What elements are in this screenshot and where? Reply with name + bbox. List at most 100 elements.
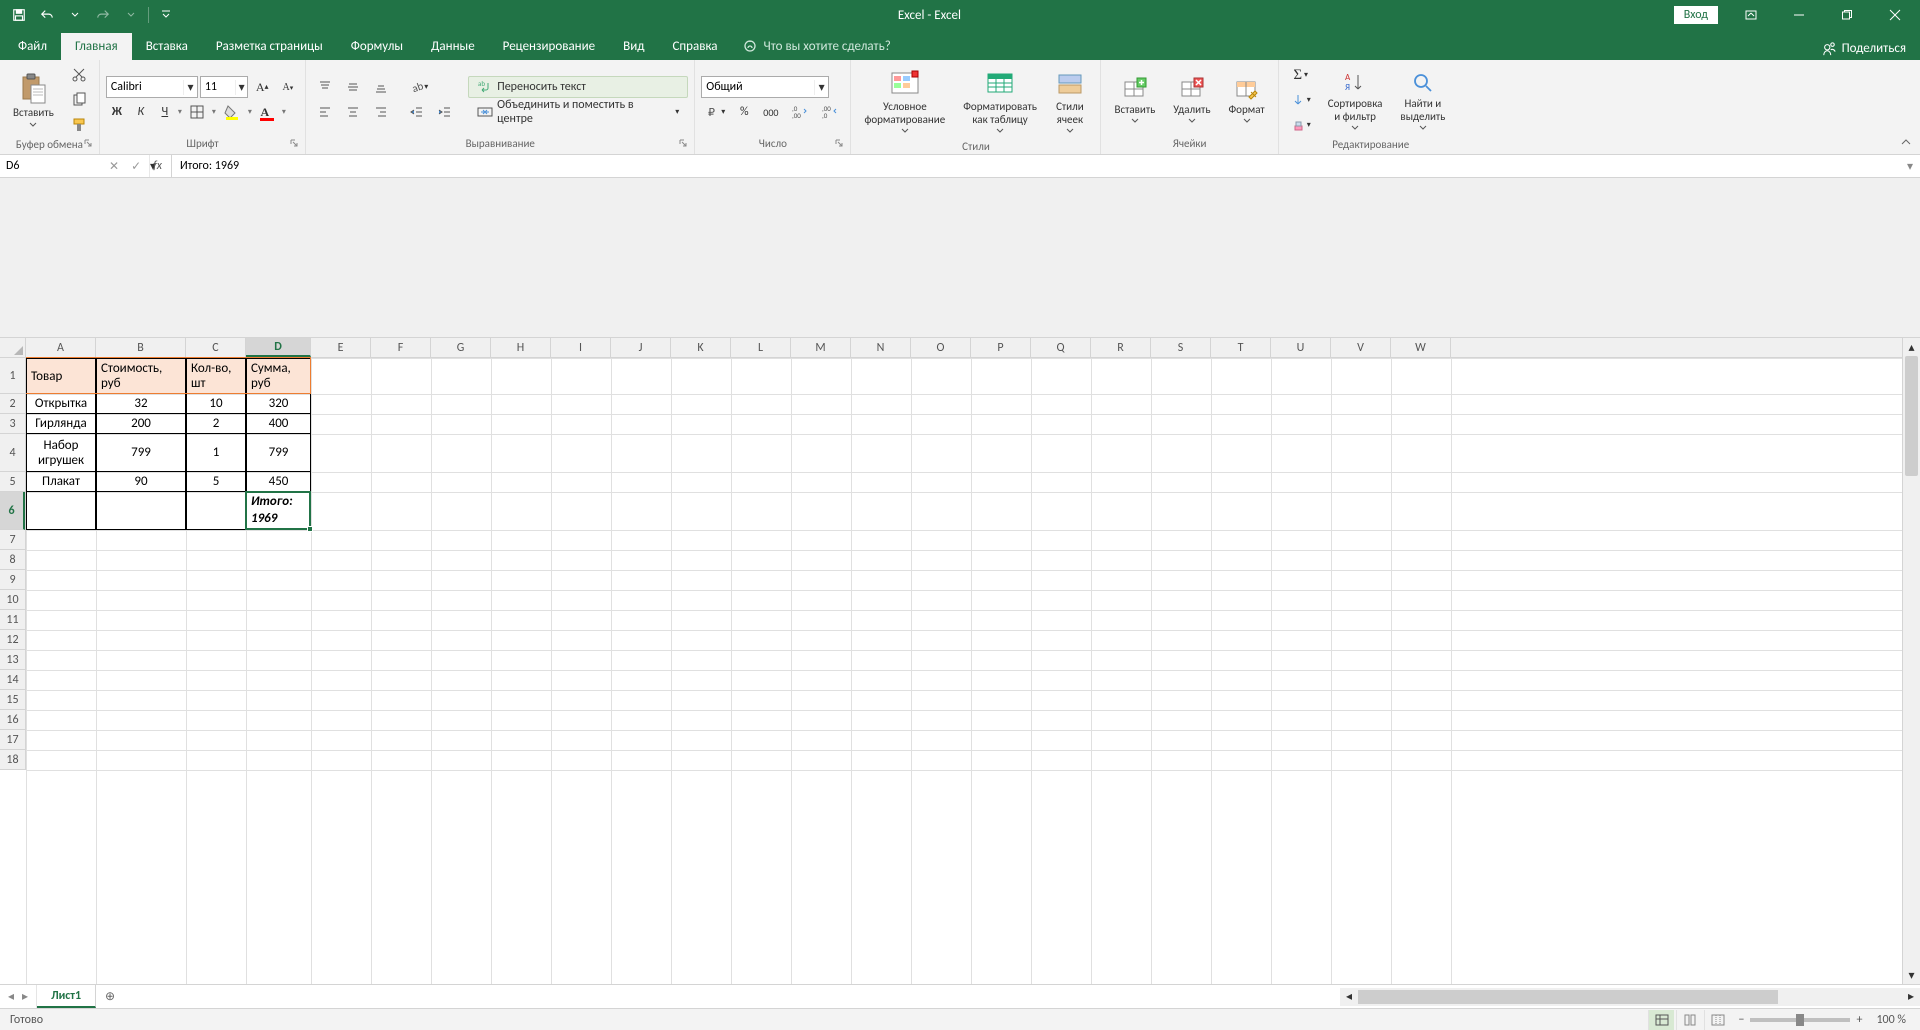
row-header-6[interactable]: 6 (0, 492, 25, 530)
cell-A1[interactable]: Товар (26, 358, 96, 394)
sheet-nav-prev-icon[interactable]: ◂ (6, 989, 16, 1004)
tab-help[interactable]: Справка (658, 33, 731, 60)
cells-area[interactable]: ТоварСтоимость, рубКол-во, штСумма, рубО… (26, 358, 1902, 984)
fill-color-icon[interactable] (218, 101, 246, 123)
tab-home[interactable]: Главная (61, 33, 132, 60)
cell-B2[interactable]: 32 (96, 394, 186, 414)
collapse-ribbon-icon[interactable] (1900, 136, 1912, 148)
accounting-format-icon[interactable]: ₽▾ (701, 101, 731, 123)
row-header-11[interactable]: 11 (0, 610, 25, 630)
format-cells-button[interactable]: Формат (1222, 71, 1272, 129)
column-header-Q[interactable]: Q (1031, 338, 1091, 357)
column-header-F[interactable]: F (371, 338, 431, 357)
chevron-down-icon[interactable]: ▾ (235, 80, 246, 95)
format-as-table-button[interactable]: Форматировать как таблицу (956, 64, 1044, 138)
column-header-E[interactable]: E (311, 338, 371, 357)
share-button[interactable]: Поделиться (1808, 41, 1920, 60)
paste-button[interactable]: Вставить (6, 68, 61, 132)
sheet-nav-next-icon[interactable]: ▸ (20, 989, 30, 1004)
page-break-view-icon[interactable] (1704, 1010, 1730, 1030)
tab-page-layout[interactable]: Разметка страницы (202, 33, 337, 60)
cell-D3[interactable]: 400 (246, 414, 311, 434)
cell-B5[interactable]: 90 (96, 472, 186, 492)
row-header-3[interactable]: 3 (0, 414, 25, 434)
tab-file[interactable]: Файл (4, 33, 61, 60)
clear-icon[interactable]: ▾ (1285, 114, 1317, 136)
column-header-S[interactable]: S (1151, 338, 1211, 357)
cell-D6[interactable]: Итого: 1969 (246, 492, 311, 530)
align-middle-icon[interactable] (340, 76, 366, 98)
insert-function-icon[interactable]: fx (150, 159, 165, 173)
font-size-combo[interactable]: ▾ (200, 76, 248, 98)
scroll-down-icon[interactable]: ▾ (1903, 966, 1920, 984)
row-header-18[interactable]: 18 (0, 750, 25, 770)
expand-formula-bar-icon[interactable]: ▾ (1900, 155, 1920, 177)
column-header-T[interactable]: T (1211, 338, 1271, 357)
vertical-scrollbar[interactable]: ▴ ▾ (1902, 338, 1920, 984)
tab-insert[interactable]: Вставка (132, 33, 202, 60)
column-header-L[interactable]: L (731, 338, 791, 357)
column-header-J[interactable]: J (611, 338, 671, 357)
align-right-icon[interactable] (368, 101, 394, 123)
close-icon[interactable] (1872, 0, 1918, 30)
decrease-font-icon[interactable]: A▾ (277, 76, 300, 98)
cell-C2[interactable]: 10 (186, 394, 246, 414)
row-header-13[interactable]: 13 (0, 650, 25, 670)
cell-C5[interactable]: 5 (186, 472, 246, 492)
column-header-N[interactable]: N (851, 338, 911, 357)
align-bottom-icon[interactable] (368, 76, 394, 98)
cell-A5[interactable]: Плакат (26, 472, 96, 492)
chevron-down-icon[interactable]: ▾ (248, 107, 252, 117)
row-header-14[interactable]: 14 (0, 670, 25, 690)
comma-format-icon[interactable]: 000 (757, 101, 784, 123)
zoom-in-icon[interactable]: + (1856, 1013, 1862, 1027)
new-sheet-icon[interactable]: ⊕ (96, 985, 124, 1008)
column-header-B[interactable]: B (96, 338, 186, 357)
italic-button[interactable]: К (130, 101, 152, 123)
undo-icon[interactable] (34, 2, 60, 28)
cell-A6[interactable] (26, 492, 96, 530)
row-header-1[interactable]: 1 (0, 358, 25, 394)
cut-icon[interactable] (65, 64, 93, 86)
borders-icon[interactable] (184, 101, 210, 123)
font-name-combo[interactable]: ▾ (106, 76, 198, 98)
column-header-C[interactable]: C (186, 338, 246, 357)
cell-D2[interactable]: 320 (246, 394, 311, 414)
cell-C4[interactable]: 1 (186, 434, 246, 472)
column-header-O[interactable]: O (911, 338, 971, 357)
row-header-8[interactable]: 8 (0, 550, 25, 570)
row-header-15[interactable]: 15 (0, 690, 25, 710)
increase-font-icon[interactable]: A▴ (250, 76, 275, 98)
increase-indent-icon[interactable] (432, 101, 458, 123)
zoom-level[interactable]: 100 % (1870, 1013, 1912, 1027)
decrease-decimal-icon[interactable]: ,00,0 (816, 101, 844, 123)
tab-view[interactable]: Вид (609, 33, 658, 60)
cancel-formula-icon[interactable]: ✕ (106, 159, 122, 174)
vertical-scroll-thumb[interactable] (1905, 356, 1918, 476)
decrease-indent-icon[interactable] (404, 101, 430, 123)
row-header-9[interactable]: 9 (0, 570, 25, 590)
orientation-icon[interactable]: ab▾ (404, 76, 434, 98)
maximize-icon[interactable] (1824, 0, 1870, 30)
font-name-input[interactable] (107, 80, 183, 94)
enter-formula-icon[interactable]: ✓ (128, 159, 144, 174)
column-header-U[interactable]: U (1271, 338, 1331, 357)
find-select-button[interactable]: Найти и выделить (1393, 65, 1452, 135)
align-top-icon[interactable] (312, 76, 338, 98)
row-header-4[interactable]: 4 (0, 434, 25, 472)
select-all-corner[interactable] (0, 338, 26, 358)
cell-D1[interactable]: Сумма, руб (246, 358, 311, 394)
row-header-5[interactable]: 5 (0, 472, 25, 492)
tab-formulas[interactable]: Формулы (337, 33, 417, 60)
underline-button[interactable]: Ч (154, 101, 176, 123)
cell-A3[interactable]: Гирлянда (26, 414, 96, 434)
scroll-right-icon[interactable]: ▸ (1902, 988, 1920, 1006)
cell-B3[interactable]: 200 (96, 414, 186, 434)
conditional-formatting-button[interactable]: Условное форматирование (857, 64, 952, 138)
cell-C6[interactable] (186, 492, 246, 530)
sort-filter-button[interactable]: АЯ Сортировка и фильтр (1321, 65, 1390, 135)
cell-A2[interactable]: Открытка (26, 394, 96, 414)
horizontal-scroll-thumb[interactable] (1358, 990, 1778, 1004)
cell-styles-button[interactable]: Стили ячеек (1048, 64, 1092, 138)
sign-in-button[interactable]: Вход (1674, 6, 1718, 24)
